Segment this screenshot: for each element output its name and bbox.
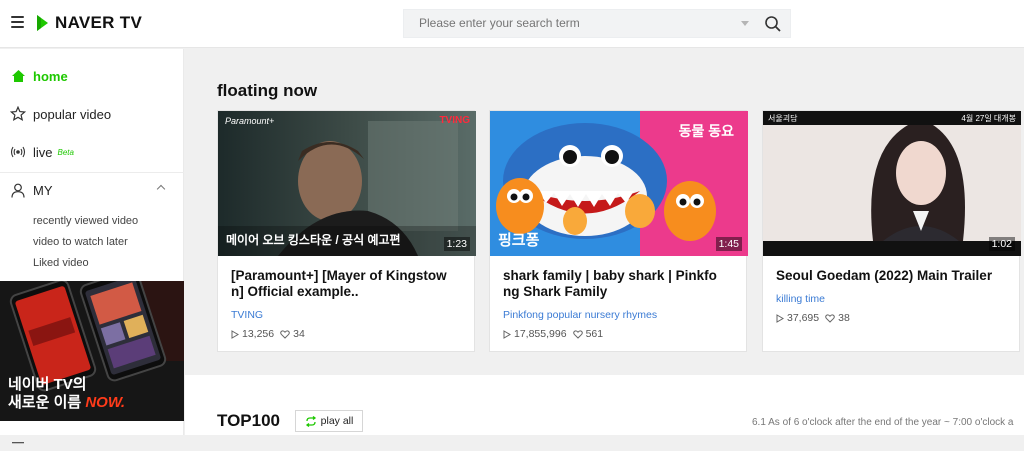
top100-timestamp-note: 6.1 As of 6 o'clock after the end of the… — [752, 417, 1014, 428]
play-count-icon — [776, 313, 784, 323]
video-stats: 37,695 38 — [776, 312, 850, 324]
movie-title-tag: 서울괴담 — [768, 114, 798, 123]
now-promo-banner[interactable]: 네이버 TV의 새로운 이름 NOW. — [0, 281, 184, 421]
video-card[interactable]: Paramount+ TVING 메이어 오브 킹스타운 / 공식 예고편 1:… — [217, 110, 476, 352]
menu-icon[interactable] — [11, 16, 24, 28]
sidebar-item-live[interactable]: live Beta — [0, 133, 184, 171]
like-count: 561 — [585, 328, 604, 340]
like-count: 34 — [293, 328, 305, 340]
view-count: 37,695 — [787, 312, 820, 324]
section-title: floating now — [217, 81, 318, 100]
channel-link[interactable]: Pinkfong popular nursery rhymes — [503, 309, 657, 321]
video-thumbnail[interactable]: 동물 동요 핑크퐁 1:45 — [490, 111, 748, 256]
channel-link[interactable]: TVING — [231, 309, 263, 321]
sidebar: home popular video live Beta MY recently… — [0, 49, 184, 444]
search-box — [403, 9, 791, 38]
main-content: floating now Paramount+ TVING 메이어 오브 킹스타… — [185, 49, 1024, 435]
video-duration: 1:02 — [988, 237, 1015, 251]
repeat-icon — [305, 415, 317, 427]
thumbnail-caption: 핑크퐁 — [498, 232, 540, 249]
play-all-button[interactable]: play all — [295, 410, 363, 432]
sidebar-item-my[interactable]: MY — [0, 171, 184, 209]
video-card[interactable]: 서울괴담 4월 27일 대개봉 1:02 Seoul Goedam (2022)… — [762, 110, 1021, 352]
channel-link[interactable]: killing time — [776, 293, 825, 305]
video-title[interactable]: Seoul Goedam (2022) Main Trailer — [776, 268, 1008, 284]
video-stats: 13,256 34 — [231, 328, 305, 340]
play-logo-icon — [35, 14, 49, 32]
video-card[interactable]: 동물 동요 핑크퐁 1:45 shark family | baby shark… — [489, 110, 748, 352]
heart-icon — [280, 329, 290, 339]
promo-line-2-text: 새로운 이름 — [8, 394, 82, 411]
promo-now-text: NOW. — [85, 394, 126, 411]
tving-tag: TVING — [439, 115, 470, 126]
logo-text: NAVER TV — [55, 13, 143, 32]
play-all-label: play all — [320, 415, 354, 427]
play-count-icon — [231, 329, 239, 339]
sidebar-item-label: home — [33, 68, 68, 84]
search-icon[interactable] — [764, 15, 782, 33]
sidebar-item-popular-video[interactable]: popular video — [0, 95, 184, 133]
my-watch-later-link[interactable]: video to watch later — [33, 236, 128, 248]
user-icon — [10, 182, 26, 198]
video-thumbnail[interactable]: 서울괴담 4월 27일 대개봉 1:02 — [763, 111, 1021, 256]
play-count-icon — [503, 329, 511, 339]
sidebar-item-home[interactable]: home — [0, 57, 184, 95]
sidebar-item-label: live — [33, 144, 53, 160]
video-duration: 1:23 — [443, 237, 470, 251]
video-title[interactable]: shark family | baby shark | Pinkfo ng Sh… — [503, 268, 735, 300]
thumbnail-tag: 동물 동요 — [678, 123, 734, 139]
like-count: 38 — [838, 312, 850, 324]
search-input[interactable] — [419, 10, 719, 37]
paramount-tag: Paramount+ — [225, 116, 275, 126]
beta-badge: Beta — [57, 147, 74, 157]
home-icon — [10, 68, 26, 84]
live-icon — [10, 144, 26, 160]
promo-line-2: 새로운 이름 NOW. — [8, 391, 125, 412]
naver-tv-logo[interactable]: NAVER TV — [35, 13, 142, 33]
view-count: 17,855,996 — [514, 328, 567, 340]
video-duration: 1:45 — [715, 237, 742, 251]
thumbnail-caption: 메이어 오브 킹스타운 / 공식 예고편 — [226, 233, 401, 247]
search-dropdown-icon[interactable] — [741, 21, 749, 26]
chevron-up-icon[interactable] — [156, 184, 166, 194]
release-date-tag: 4월 27일 대개봉 — [961, 114, 1016, 123]
star-icon — [10, 106, 26, 122]
heart-icon — [572, 329, 583, 339]
sidebar-item-label: MY — [33, 182, 53, 198]
video-title[interactable]: [Paramount+] [Mayer of Kingstow n] Offic… — [231, 268, 463, 300]
my-liked-video-link[interactable]: Liked video — [33, 257, 89, 269]
view-count: 13,256 — [242, 328, 275, 340]
video-thumbnail[interactable]: Paramount+ TVING 메이어 오브 킹스타운 / 공식 예고편 1:… — [218, 111, 476, 256]
top100-title: TOP100 — [217, 411, 281, 430]
thumbnail-image — [763, 111, 1021, 256]
my-recently-viewed-link[interactable]: recently viewed video — [33, 215, 138, 227]
heart-icon — [825, 313, 835, 323]
top100-section: TOP100 play all 6.1 As of 6 o'clock afte… — [185, 375, 1024, 435]
video-stats: 17,855,996 561 — [503, 328, 603, 340]
top-header: NAVER TV — [0, 0, 1024, 48]
sidebar-item-label: popular video — [33, 106, 112, 122]
